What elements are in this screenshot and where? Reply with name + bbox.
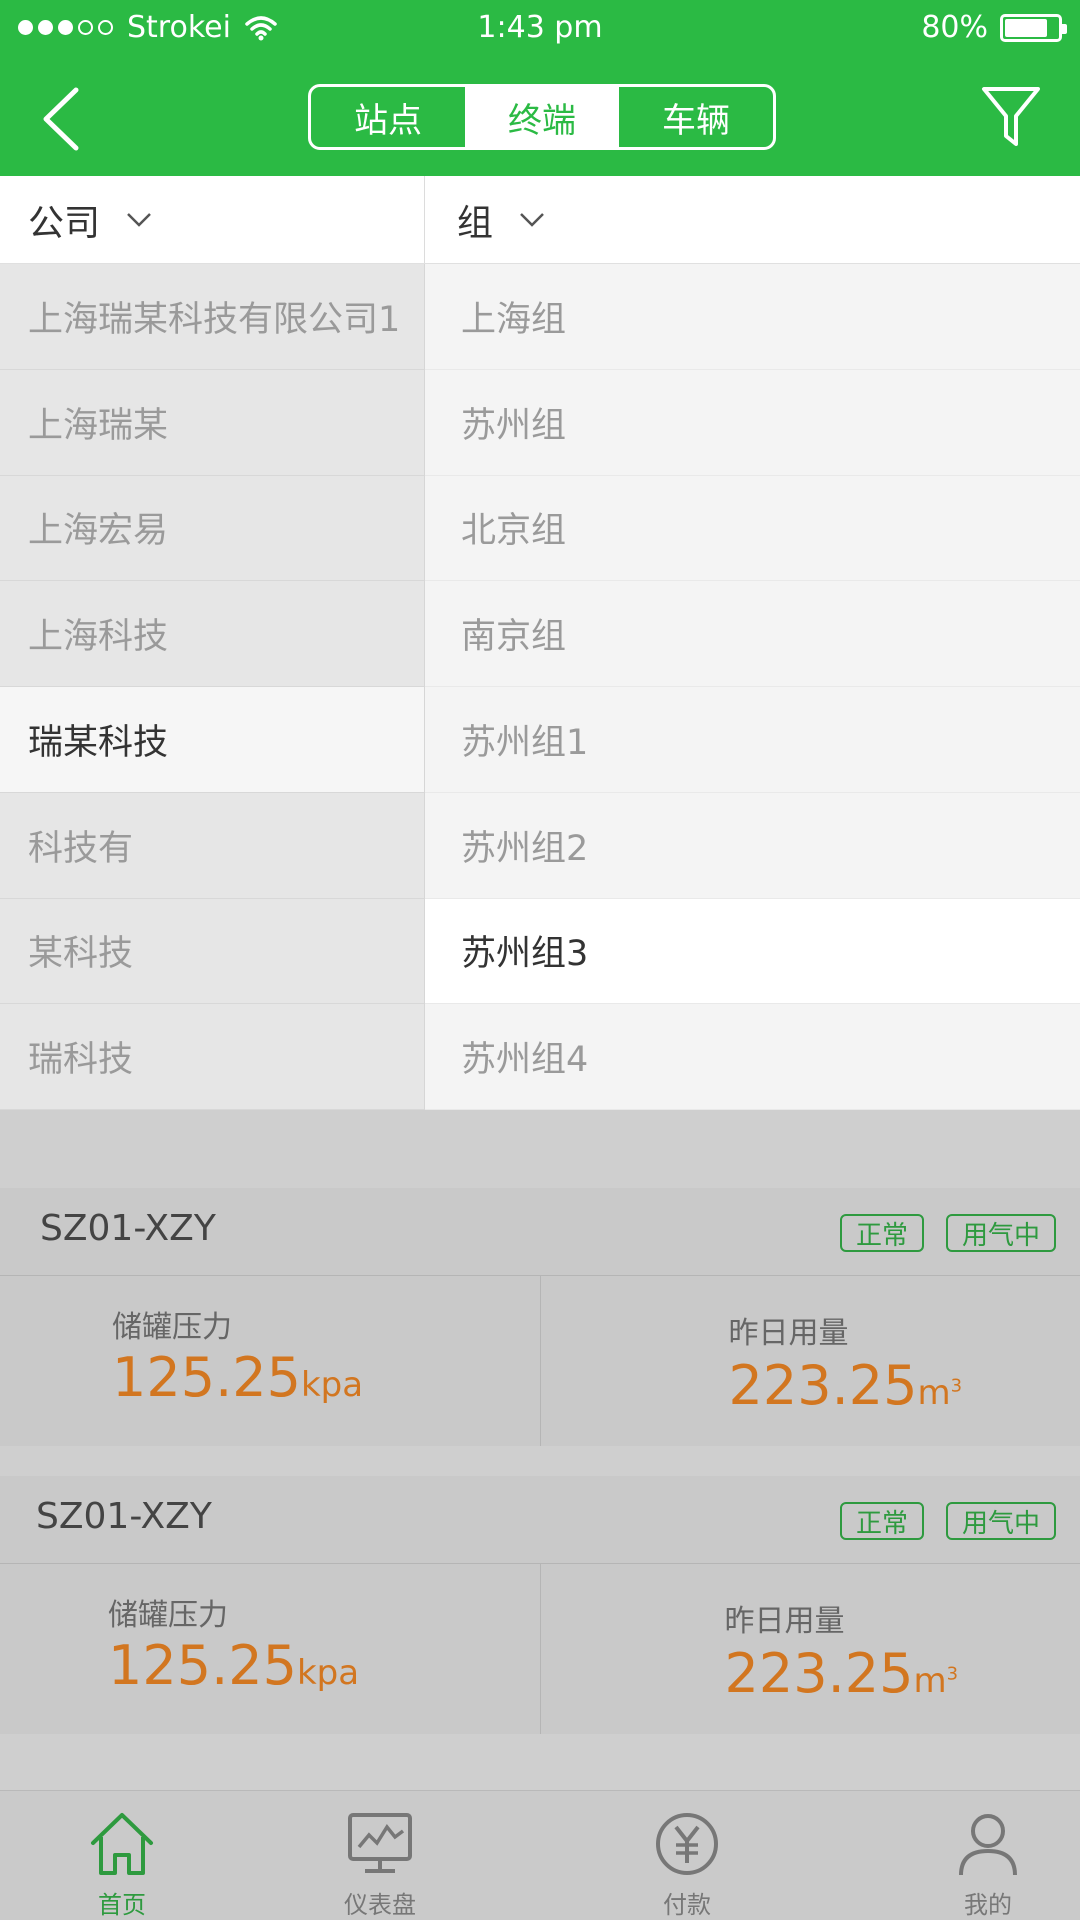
tab-terminal[interactable]: 终端: [465, 87, 619, 147]
pressure-label: 储罐压力: [112, 1310, 232, 1345]
pressure-value: 125.25: [112, 1346, 301, 1409]
pressure-value: 125.25: [108, 1634, 297, 1697]
usage-label: 昨日用量: [724, 1604, 845, 1639]
card-metrics: 储罐压力 125.25kpa 昨日用量 223.25m3: [0, 1564, 1080, 1734]
group-list: 上海组 苏州组 北京组 南京组 苏州组1 苏州组2 苏州组3 苏州组4: [425, 264, 1080, 1110]
company-item[interactable]: 瑞科技: [0, 1004, 424, 1110]
battery-percent: 80%: [921, 10, 988, 45]
app-header: Strokei 1:43 pm 80% 站点 终端 车辆: [0, 0, 1080, 176]
group-item[interactable]: 苏州组3: [425, 898, 1080, 1005]
group-item[interactable]: 苏州组4: [425, 1004, 1080, 1110]
company-list: 上海瑞某科技有限公司1 上海瑞某 上海宏易 上海科技 瑞某科技 科技有 某科技 …: [0, 264, 425, 1110]
tab-payment[interactable]: 付款: [612, 1809, 762, 1920]
company-item[interactable]: 瑞某科技: [0, 687, 424, 793]
filter-funnel-icon[interactable]: [980, 84, 1042, 150]
pressure-metric: 储罐压力 125.25kpa: [0, 1564, 540, 1734]
group-item[interactable]: 苏州组1: [425, 687, 1080, 793]
company-item[interactable]: 某科技: [0, 899, 424, 1005]
pressure-label: 储罐压力: [108, 1598, 228, 1633]
usage-metric: 昨日用量 223.25m3: [539, 1564, 1080, 1734]
group-item[interactable]: 苏州组: [425, 370, 1080, 476]
group-dropdown-label: 组: [457, 202, 494, 244]
terminal-card[interactable]: SZ01-XZY 正常 用气中 储罐压力 125.25kpa 昨日用量 223.…: [0, 1188, 1080, 1446]
tab-payment-label: 付款: [663, 1891, 711, 1919]
pressure-metric: 储罐压力 125.25kpa: [0, 1276, 540, 1446]
company-dropdown-label: 公司: [28, 202, 101, 244]
filter-lists: 上海瑞某科技有限公司1 上海瑞某 上海宏易 上海科技 瑞某科技 科技有 某科技 …: [0, 264, 1080, 1110]
usage-unit-exponent: 3: [950, 1375, 963, 1397]
user-icon: [959, 1814, 1017, 1876]
tab-profile-label: 我的: [964, 1891, 1012, 1919]
group-item[interactable]: 北京组: [425, 476, 1080, 582]
card-header: SZ01-XZY 正常 用气中: [0, 1188, 1080, 1276]
tab-home-label: 首页: [98, 1891, 146, 1919]
usage-unit: m: [913, 1661, 947, 1701]
filter-header: 公司 组: [0, 176, 1080, 264]
usage-label: 昨日用量: [728, 1316, 849, 1351]
status-bar: Strokei 1:43 pm 80%: [0, 0, 1080, 60]
tab-dashboard-label: 仪表盘: [344, 1891, 416, 1919]
company-item[interactable]: 上海宏易: [0, 476, 424, 582]
yuan-coin-icon: [656, 1813, 718, 1875]
company-item[interactable]: 上海瑞某科技有限公司1: [0, 264, 424, 370]
pressure-unit: kpa: [296, 1653, 360, 1693]
segment-control: 站点 终端 车辆: [308, 84, 776, 150]
status-badge: 正常: [839, 1502, 924, 1540]
card-metrics: 储罐压力 125.25kpa 昨日用量 223.25m3: [0, 1276, 1080, 1446]
company-item[interactable]: 上海瑞某: [0, 370, 424, 476]
tab-profile[interactable]: 我的: [913, 1809, 1063, 1920]
usage-metric: 昨日用量 223.25m3: [539, 1276, 1080, 1446]
terminal-card[interactable]: SZ01-XZY 正常 用气中 储罐压力 125.25kpa 昨日用量 223.…: [0, 1476, 1080, 1734]
terminal-id: SZ01-XZY: [40, 1208, 216, 1249]
status-badge: 正常: [839, 1214, 924, 1252]
usage-value: 223.25: [728, 1354, 918, 1417]
group-item[interactable]: 南京组: [425, 581, 1080, 687]
company-dropdown[interactable]: 公司: [0, 176, 425, 263]
tab-home[interactable]: 首页: [47, 1809, 197, 1920]
company-item[interactable]: 上海科技: [0, 581, 424, 687]
tab-dashboard[interactable]: 仪表盘: [305, 1809, 455, 1920]
battery-icon: [1000, 13, 1067, 42]
chevron-down-icon: [520, 212, 544, 227]
terminal-id: SZ01-XZY: [36, 1496, 212, 1537]
home-icon: [91, 1813, 153, 1875]
pressure-unit: kpa: [300, 1365, 364, 1405]
tab-vehicle[interactable]: 车辆: [619, 87, 773, 147]
chevron-down-icon: [127, 212, 151, 227]
usage-unit-exponent: 3: [946, 1663, 959, 1685]
status-badge: 用气中: [945, 1502, 1056, 1540]
status-badge: 用气中: [945, 1214, 1056, 1252]
usage-value: 223.25: [724, 1642, 914, 1705]
bottom-tab-bar: 首页 仪表盘 付款 我的: [0, 1790, 1080, 1920]
tab-station[interactable]: 站点: [311, 87, 465, 147]
card-header: SZ01-XZY 正常 用气中: [0, 1476, 1080, 1564]
back-chevron-icon[interactable]: [36, 84, 92, 154]
dashboard-monitor-icon: [348, 1813, 412, 1873]
company-item[interactable]: 科技有: [0, 793, 424, 899]
group-item[interactable]: 上海组: [425, 264, 1080, 370]
battery-level: [1005, 18, 1047, 37]
group-item[interactable]: 苏州组2: [425, 793, 1080, 899]
status-time: 1:43 pm: [477, 10, 603, 45]
group-dropdown[interactable]: 组: [425, 176, 1080, 263]
usage-unit: m: [917, 1373, 951, 1413]
